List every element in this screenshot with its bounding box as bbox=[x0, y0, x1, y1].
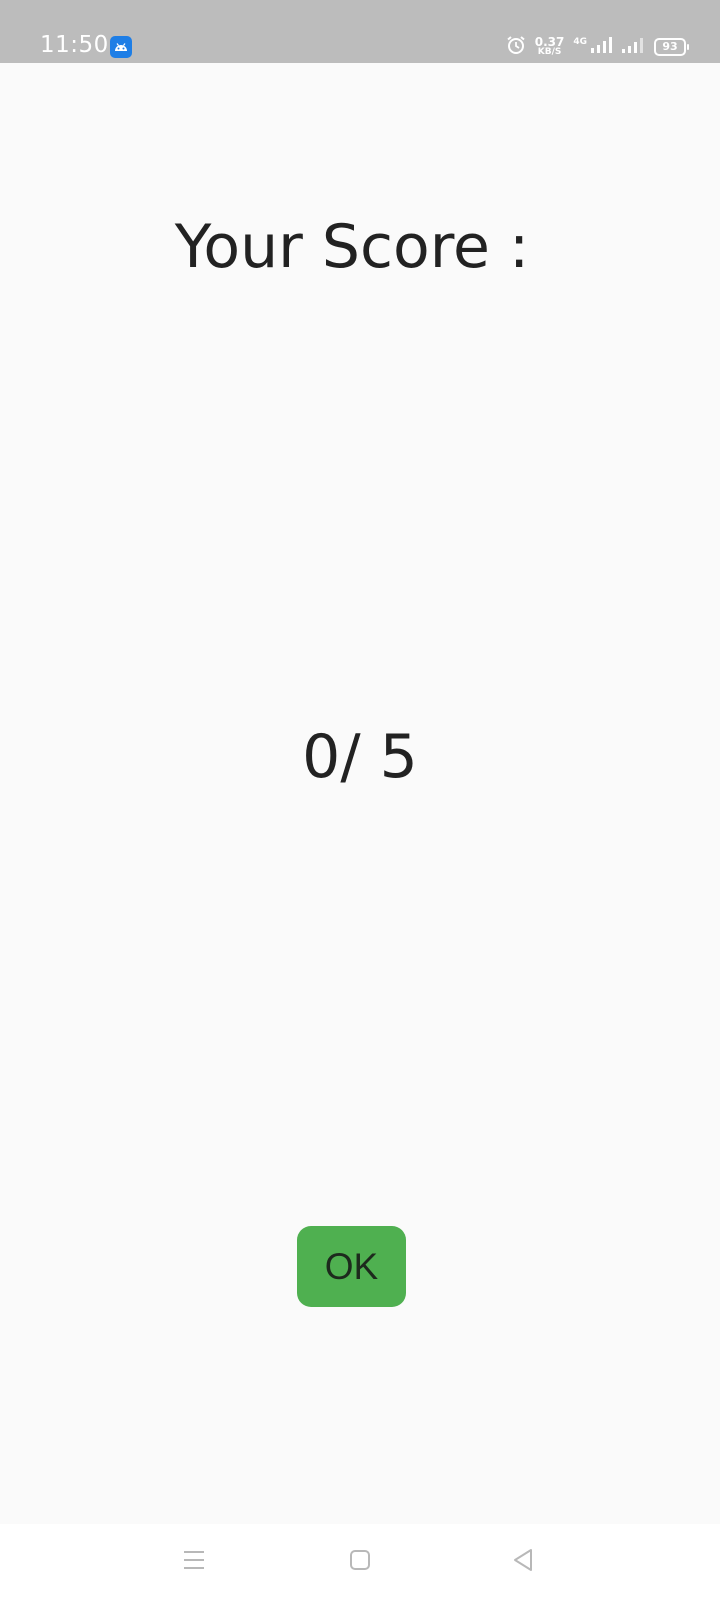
alarm-icon bbox=[506, 35, 526, 59]
android-app-icon bbox=[110, 36, 132, 58]
menu-icon[interactable] bbox=[172, 1538, 216, 1582]
signal-icon bbox=[590, 36, 612, 58]
battery-icon: 93 bbox=[654, 38, 689, 56]
ok-button[interactable]: OK bbox=[297, 1226, 406, 1307]
net-speed-unit: KB/S bbox=[537, 47, 562, 57]
home-icon[interactable] bbox=[338, 1538, 382, 1582]
status-bar: 11:50 0.37 KB/S 4G 93 bbox=[0, 0, 720, 63]
score-title-text: Your Score : bbox=[174, 212, 530, 282]
net-speed: 0.37 KB/S bbox=[534, 35, 565, 57]
score-value: 0/ 5 bbox=[302, 722, 418, 792]
status-time: 11:50 bbox=[40, 32, 109, 58]
signal-icon-2 bbox=[621, 36, 645, 58]
score-title: Your Score : bbox=[0, 212, 720, 282]
score-screen: 11:50 0.37 KB/S 4G 93 Your Score: 0/ 5 … bbox=[0, 0, 720, 1600]
navigation-bar bbox=[0, 1524, 720, 1600]
status-icons: 0.37 KB/S 4G 93 bbox=[506, 35, 689, 59]
back-icon[interactable] bbox=[501, 1538, 545, 1582]
network-type-label: 4G bbox=[573, 37, 587, 47]
net-speed-value: 0.37 bbox=[534, 35, 565, 49]
